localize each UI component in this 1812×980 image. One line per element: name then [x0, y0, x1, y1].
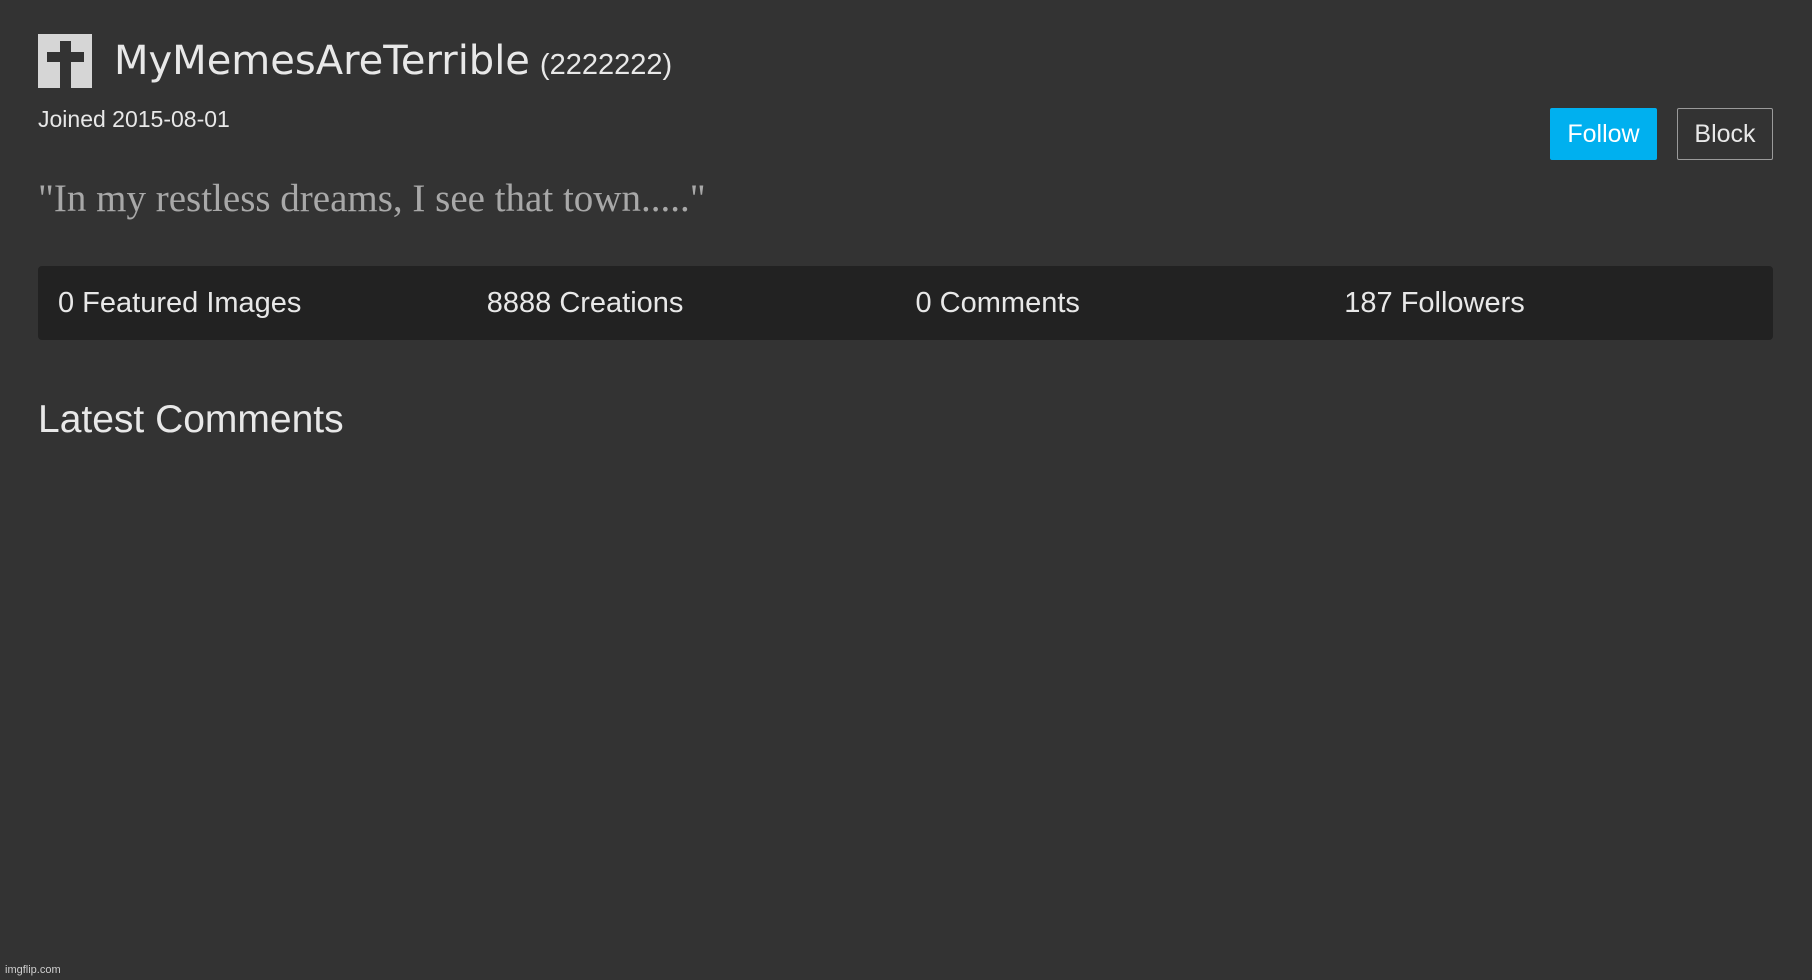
block-button[interactable]: Block	[1677, 108, 1773, 160]
username: MyMemesAreTerrible	[114, 38, 530, 84]
avatar[interactable]	[38, 34, 92, 88]
stat-comments[interactable]: 0 Comments	[916, 287, 1345, 320]
stat-followers[interactable]: 187 Followers	[1344, 287, 1773, 320]
meta-row: Joined 2015-08-01 Follow Block	[38, 106, 1773, 166]
joined-date: Joined 2015-08-01	[38, 106, 230, 132]
profile-page: MyMemesAreTerrible (2222222) Joined 2015…	[38, 34, 1773, 442]
stat-creations[interactable]: 8888 Creations	[487, 287, 916, 320]
latest-comments-title: Latest Comments	[38, 398, 344, 441]
points-count: (2222222)	[539, 49, 673, 81]
follow-button[interactable]: Follow	[1550, 108, 1657, 160]
cross-icon	[38, 34, 92, 88]
footer-brand: imgflip.com	[5, 964, 61, 976]
profile-actions: Follow Block	[1550, 108, 1773, 160]
profile-quote: "In my restless dreams, I see that town.…	[38, 177, 706, 220]
profile-header: MyMemesAreTerrible (2222222)	[38, 34, 1773, 88]
stats-bar: 0 Featured Images 8888 Creations 0 Comme…	[38, 266, 1773, 340]
stat-featured-images[interactable]: 0 Featured Images	[58, 287, 487, 320]
